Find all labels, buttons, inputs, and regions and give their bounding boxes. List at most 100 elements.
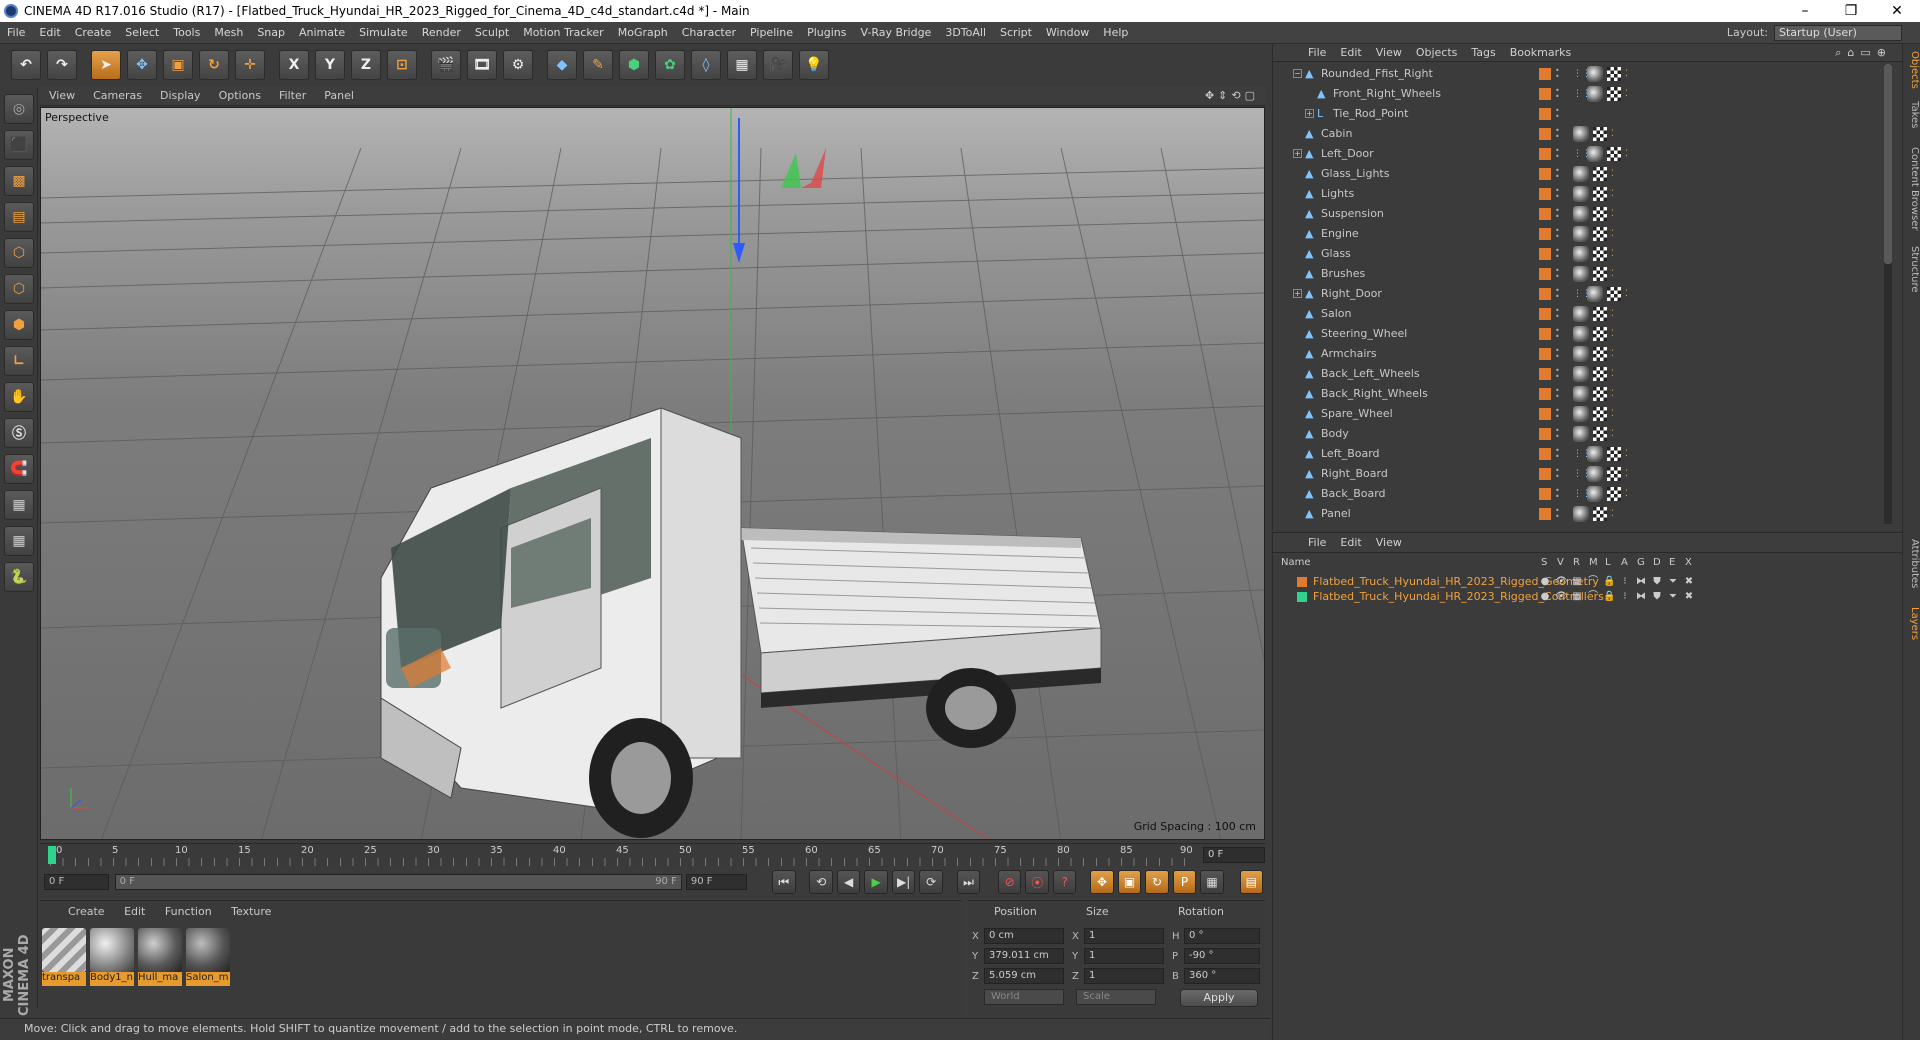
rotate-tool-icon[interactable]: ↻ xyxy=(199,50,229,80)
layer-color-swatch[interactable] xyxy=(1539,88,1551,100)
om-menu-view[interactable]: View xyxy=(1369,46,1409,59)
layer-color-swatch[interactable] xyxy=(1539,168,1551,180)
move-gizmo-z-arrow[interactable] xyxy=(733,243,745,263)
tweak-mode-icon[interactable]: ✋ xyxy=(4,382,34,412)
layer-row[interactable]: Flatbed_Truck_Hyundai_HR_2023_Rigged_Geo… xyxy=(1273,575,1903,590)
visibility-dots-icon[interactable]: • • xyxy=(1555,207,1561,221)
object-name[interactable]: Steering_Wheel xyxy=(1321,327,1407,340)
menu-mograph[interactable]: MoGraph xyxy=(611,26,675,39)
uvw-tag-icon[interactable] xyxy=(1593,187,1607,201)
coordinate-system-dropdown[interactable]: World xyxy=(984,989,1064,1005)
object-row[interactable]: ▲ Left_Board • • ⋮⋮ ⁚ xyxy=(1273,444,1883,464)
menu-simulate[interactable]: Simulate xyxy=(352,26,415,39)
menu-help[interactable]: Help xyxy=(1096,26,1135,39)
selection-tool-icon[interactable]: ➤ xyxy=(91,50,121,80)
layer-toggle-icon[interactable]: ● xyxy=(1539,576,1551,588)
apply-button[interactable]: Apply xyxy=(1180,989,1258,1007)
visibility-dots-icon[interactable]: • • xyxy=(1555,87,1561,101)
material-tag-icon[interactable] xyxy=(1573,186,1589,202)
object-name[interactable]: Right_Door xyxy=(1321,287,1382,300)
points-mode-icon[interactable]: ⬡ xyxy=(4,238,34,268)
selection-tag-icon[interactable]: ⁚ xyxy=(1611,350,1619,359)
selection-tag-icon[interactable]: ⁚ xyxy=(1625,470,1633,479)
axis-mode-icon[interactable]: ∟ xyxy=(4,346,34,376)
layer-toggle-icon[interactable]: 👁 xyxy=(1555,591,1568,603)
selection-tag-icon[interactable]: ⁚ xyxy=(1611,210,1619,219)
layer-toggle-icon[interactable]: ● xyxy=(1539,591,1551,603)
viewport-menu-options[interactable]: Options xyxy=(210,89,270,102)
menu-file[interactable]: File xyxy=(0,26,32,39)
tree-expander-icon[interactable]: + xyxy=(1293,149,1302,158)
size-y-field[interactable]: 1 xyxy=(1084,948,1164,964)
frame-range-slider[interactable]: 0 F 90 F xyxy=(114,874,682,890)
render-view-icon[interactable]: 🎬 xyxy=(431,50,461,80)
menu-animate[interactable]: Animate xyxy=(292,26,352,39)
uvw-tag-icon[interactable] xyxy=(1593,347,1607,361)
selection-tag-icon[interactable]: ⁚ xyxy=(1611,390,1619,399)
object-row[interactable]: ▲ Back_Right_Wheels • • ⁚ xyxy=(1273,384,1883,404)
object-row[interactable]: ▲ Right_Board • • ⋮⋮ ⁚ xyxy=(1273,464,1883,484)
menu-edit[interactable]: Edit xyxy=(32,26,67,39)
object-name[interactable]: Armchairs xyxy=(1321,347,1377,360)
uvw-tag-icon[interactable] xyxy=(1593,227,1607,241)
object-row[interactable]: ▲ Cabin • • ⁚ xyxy=(1273,124,1883,144)
object-name[interactable]: Rounded_Ffist_Right xyxy=(1321,67,1433,80)
material-tag-icon[interactable] xyxy=(1573,386,1589,402)
go-to-start-button[interactable]: ⏮ xyxy=(772,870,796,894)
viewport-navigation-icons[interactable]: ✥⇕⟲▢ xyxy=(1205,89,1265,102)
uvw-tag-icon[interactable] xyxy=(1593,247,1607,261)
rig-tag-icon[interactable]: ⋮⋮ xyxy=(1573,90,1591,99)
rig-tag-icon[interactable]: ⋮⋮ xyxy=(1573,150,1591,159)
edges-mode-icon[interactable]: ⬡ xyxy=(4,274,34,304)
lm-menu-view[interactable]: View xyxy=(1369,536,1409,549)
visibility-dots-icon[interactable]: • • xyxy=(1555,507,1561,521)
tab-structure[interactable]: Structure xyxy=(1904,244,1920,294)
material-menu-texture[interactable]: Texture xyxy=(223,901,279,922)
om-menu-tags[interactable]: Tags xyxy=(1464,46,1502,59)
keyframe-selection-button[interactable]: ? xyxy=(1052,870,1077,894)
visibility-dots-icon[interactable]: • • xyxy=(1555,247,1561,261)
selection-tag-icon[interactable]: ⁚ xyxy=(1625,290,1633,299)
uvw-tag-icon[interactable] xyxy=(1593,307,1607,321)
undo-button[interactable]: ↶ xyxy=(11,50,41,80)
rotation-h-field[interactable]: 0 ° xyxy=(1184,928,1260,944)
object-name[interactable]: Salon xyxy=(1321,307,1351,320)
floor-icon[interactable]: ▦ xyxy=(727,50,757,80)
material-tag-icon[interactable] xyxy=(1573,126,1589,142)
object-name[interactable]: Brushes xyxy=(1321,267,1365,280)
layer-toggle-icon[interactable]: ⧓ xyxy=(1635,576,1647,588)
uvw-tag-icon[interactable] xyxy=(1607,287,1621,301)
close-button[interactable]: ✕ xyxy=(1874,3,1920,19)
viewport-menu-filter[interactable]: Filter xyxy=(270,89,315,102)
selection-tag-icon[interactable]: ⁚ xyxy=(1625,70,1633,79)
object-name[interactable]: Tie_Rod_Point xyxy=(1333,107,1408,120)
visibility-dots-icon[interactable]: • • xyxy=(1555,427,1561,441)
visibility-dots-icon[interactable]: • • xyxy=(1555,227,1561,241)
selection-tag-icon[interactable]: ⁚ xyxy=(1611,370,1619,379)
y-axis-lock-button[interactable]: Y xyxy=(315,50,345,80)
scale-tool-icon[interactable]: ▣ xyxy=(163,50,193,80)
scrollbar-thumb[interactable] xyxy=(1884,64,1892,264)
object-name[interactable]: Body xyxy=(1321,427,1349,440)
object-row[interactable]: ▲ Suspension • • ⁚ xyxy=(1273,204,1883,224)
layer-toggle-icon[interactable]: ⏷ xyxy=(1667,576,1679,588)
redo-button[interactable]: ↷ xyxy=(47,50,77,80)
material-tag-icon[interactable] xyxy=(1573,346,1589,362)
visibility-dots-icon[interactable]: • • xyxy=(1555,467,1561,481)
tree-expander-icon[interactable]: − xyxy=(1293,69,1302,78)
object-name[interactable]: Back_Board xyxy=(1321,487,1386,500)
material-menu-create[interactable]: Create xyxy=(60,901,113,922)
uvw-tag-icon[interactable] xyxy=(1593,387,1607,401)
object-name[interactable]: Back_Left_Wheels xyxy=(1321,367,1420,380)
menu-vray-bridge[interactable]: V-Ray Bridge xyxy=(853,26,938,39)
selection-tag-icon[interactable]: ⁚ xyxy=(1611,270,1619,279)
render-settings-icon[interactable]: ⚙ xyxy=(503,50,533,80)
uvw-tag-icon[interactable] xyxy=(1593,167,1607,181)
object-row[interactable]: + ▲ Left_Door • • ⋮⋮ ⁚ xyxy=(1273,144,1883,164)
material-swatch[interactable]: Body1_n xyxy=(90,928,134,988)
object-name[interactable]: Cabin xyxy=(1321,127,1352,140)
snap-icon[interactable]: 🧲 xyxy=(4,454,34,484)
material-swatch[interactable]: Hull_ma xyxy=(138,928,182,988)
object-name[interactable]: Panel xyxy=(1321,507,1351,520)
material-tag-icon[interactable] xyxy=(1587,486,1603,502)
